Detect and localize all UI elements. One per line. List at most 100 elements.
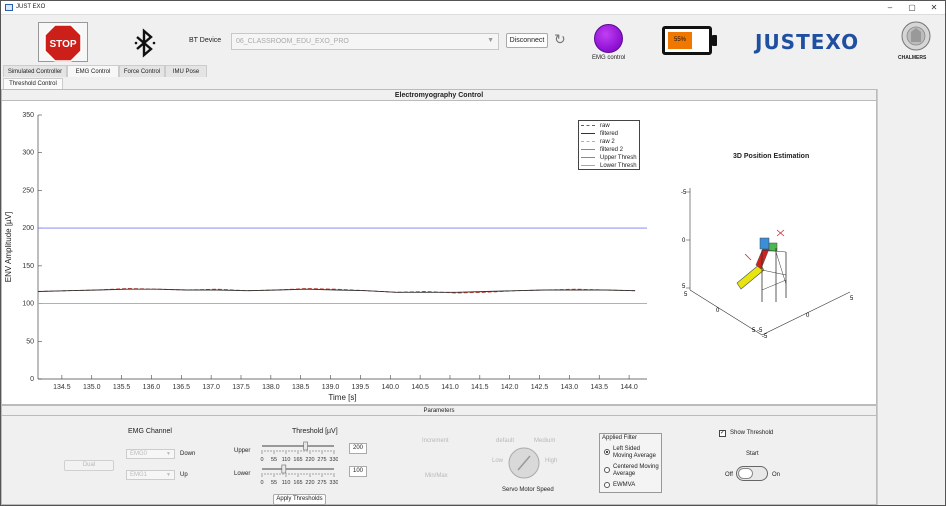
stop-sign-icon: STOP (44, 24, 82, 62)
dropdown-arrow-icon: ▼ (166, 451, 171, 457)
slider-tick-label: 0 (260, 457, 263, 463)
emg-up-select[interactable]: EMG1 ▼ (126, 470, 175, 480)
start-label: Start (746, 451, 759, 457)
knob-low-label: Low (492, 458, 504, 464)
z-tick-0: 0 (682, 238, 686, 244)
y-tick-label: 0 (30, 376, 34, 383)
x-tick-label: 135.5 (113, 384, 131, 391)
x-axis-label: Time [s] (328, 393, 356, 402)
toggle-knob (738, 468, 753, 479)
toolbar: STOP BT Device 06_CLASSROOM_EDU_EXO_PRO … (1, 15, 945, 65)
bt-device-value: 06_CLASSROOM_EDU_EXO_PRO (236, 38, 349, 45)
tab-threshold-control[interactable]: Threshold Control (3, 78, 63, 89)
knob-default-label: default (496, 438, 515, 444)
start-toggle-switch[interactable] (736, 466, 768, 481)
upper-threshold-input[interactable]: 200 (349, 443, 367, 454)
refresh-icon[interactable]: ↻ (554, 31, 566, 48)
applied-filter-group: Applied Filter Left Sided Moving Average… (599, 433, 662, 493)
slider-tick-label: 0 (260, 480, 263, 486)
filter-left-sided-radio[interactable] (604, 449, 610, 455)
filter-ewmva-radio[interactable] (604, 482, 610, 488)
y-tick-5: 5 (850, 296, 854, 302)
legend-raw-2: raw 2 (581, 139, 615, 147)
legend-raw: raw (581, 123, 610, 131)
slider-tick-label: 330 (329, 480, 338, 486)
position-3d-chart: -5 0 5 0 5 0 5 5 -5 -5 (681, 188, 854, 340)
emg-chart: 0 50 100 150 200 250 300 350 134.5 135.0 135.5 136.… (4, 112, 647, 402)
knob-high-label: High (545, 458, 558, 464)
minmax-label: Min/Max (425, 473, 448, 479)
tab-imu-pose[interactable]: IMU Pose (165, 65, 207, 77)
slider-tick-label: 165 (293, 480, 302, 486)
filter-ewmva-label: EWMVA (613, 482, 636, 488)
bt-device-label: BT Device (189, 37, 222, 44)
close-button[interactable]: ✕ (927, 3, 941, 13)
emg-control-label: EMG control (592, 55, 626, 61)
slider-tick-label: 330 (329, 457, 338, 463)
battery-nub (712, 35, 717, 46)
x-tick-label: 144.0 (620, 384, 638, 391)
dropdown-arrow-icon: ▼ (487, 37, 494, 44)
y-tick-label: 350 (22, 112, 34, 119)
tab-simulated-controller[interactable]: Simulated Controller (3, 65, 67, 77)
emg-status-led (594, 24, 623, 53)
servo-speed-knob[interactable] (506, 445, 542, 481)
exo-model (736, 229, 787, 302)
slider-tick-label: 110 (282, 457, 291, 463)
y-tick-label: 200 (22, 225, 34, 232)
legend-filtered: filtered (581, 131, 618, 139)
x-tick-label: 136.5 (173, 384, 191, 391)
slider-tick-label: 275 (317, 480, 326, 486)
plot-area (38, 115, 647, 379)
x-tick-label: 141.0 (441, 384, 459, 391)
bt-device-select[interactable]: 06_CLASSROOM_EDU_EXO_PRO ▼ (231, 33, 499, 50)
filter-centered-radio[interactable] (604, 467, 610, 473)
filter-centered-label: Centered Moving Average (613, 464, 659, 477)
slider-tick-label: 165 (293, 457, 302, 463)
upper-threshold-slider[interactable]: 0 55 110 165 220 275 330 (258, 441, 338, 463)
dual-button[interactable]: Dual (64, 460, 114, 471)
x-tick-label: 140.5 (411, 384, 429, 391)
tab-emg-control[interactable]: EMG Control (67, 65, 119, 77)
disconnect-button[interactable]: Disconnect (506, 33, 548, 48)
x-tick-label: 138.5 (292, 384, 310, 391)
slider-tick-label: 55 (271, 480, 277, 486)
extra-tick-3: -5 (762, 334, 768, 340)
x-tick-label: 141.5 (471, 384, 489, 391)
up-label: Up (180, 472, 188, 478)
slider-tick-label: 55 (271, 457, 277, 463)
legend-upper-thresh: Upper Thresh (581, 155, 637, 163)
x-tick-label: 142.0 (501, 384, 519, 391)
apply-thresholds-button[interactable]: Apply Thresholds (273, 494, 326, 505)
tab-force-control[interactable]: Force Control (119, 65, 165, 77)
applied-filter-label: Applied Filter (602, 435, 638, 441)
bluetooth-icon (134, 28, 156, 58)
brand-logo: JUSTEXO (755, 30, 860, 54)
slider-tick-label: 220 (305, 480, 314, 486)
title-bar: JUST EXO – ▢ ✕ (1, 1, 945, 15)
emg-down-value: EMG0 (130, 451, 148, 457)
x-tick-0: 0 (716, 308, 720, 314)
y-axis-label: ENV Amplitude [µV] (4, 212, 13, 282)
x-tick-label: 136.0 (143, 384, 161, 391)
lower-threshold-slider[interactable]: 0 55 110 165 220 275 330 (258, 464, 338, 486)
increment-label: Increment (422, 438, 449, 444)
upper-label: Upper (234, 448, 251, 454)
position-chart-title: 3D Position Estimation (733, 153, 810, 160)
show-threshold-checkbox[interactable]: ✓ (719, 430, 726, 437)
emg-down-select[interactable]: EMG0 ▼ (126, 449, 175, 459)
y-tick-0: 0 (806, 313, 810, 319)
knob-medium-label: Medium (534, 438, 556, 444)
parameters-title: Parameters (2, 406, 876, 416)
stop-button[interactable]: STOP (38, 22, 88, 62)
battery-fill: 55% (668, 32, 692, 49)
down-label: Down (180, 451, 196, 457)
emg-up-value: EMG1 (130, 472, 148, 478)
x-tick-label: 142.5 (531, 384, 549, 391)
x-tick-label: 134.5 (53, 384, 71, 391)
window-title: JUST EXO (16, 4, 46, 10)
lower-threshold-input[interactable]: 100 (349, 466, 367, 477)
parameters-panel: Parameters EMG Channel Dual EMG0 ▼ Down E… (1, 405, 877, 505)
maximize-button[interactable]: ▢ (905, 3, 919, 13)
minimize-button[interactable]: – (883, 3, 897, 13)
